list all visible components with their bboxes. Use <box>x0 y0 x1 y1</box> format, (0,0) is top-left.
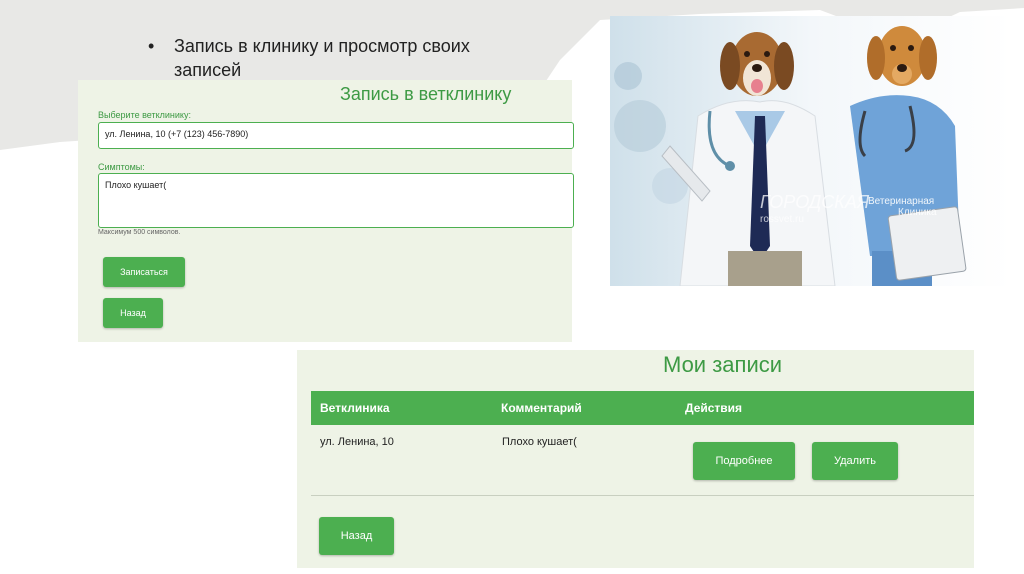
row-comment: Плохо кушает( <box>502 436 577 448</box>
column-header-actions: Действия <box>685 401 743 415</box>
form-back-button[interactable]: Назад <box>103 298 163 328</box>
column-header-comment: Комментарий <box>501 401 582 415</box>
submit-booking-button[interactable]: Записаться <box>103 257 185 287</box>
clinic-select-label: Выберите ветклинику: <box>98 110 191 120</box>
my-records-panel: Мои записи Ветклиника Комментарий Действ… <box>297 350 974 568</box>
symptoms-label: Симптомы: <box>98 162 145 172</box>
watermark-right-1: Ветеринарная <box>868 196 934 207</box>
bullet-mark: • <box>148 36 155 56</box>
my-records-title: Мои записи <box>663 352 783 377</box>
vet-dogs-photo: ГОРОДСКАЯ rossvet.ru Ветеринарная Клиник… <box>610 16 1012 286</box>
clinic-select[interactable]: ул. Ленина, 10 (+7 (123) 456-7890) <box>98 122 574 149</box>
row-clinic: ул. Ленина, 10 <box>320 436 394 448</box>
vet-dogs-illustration: ГОРОДСКАЯ rossvet.ru Ветеринарная Клиник… <box>610 16 1012 286</box>
records-table-header: Ветклиника Комментарий Действия <box>311 391 974 425</box>
booking-form-title: Запись в ветклинику <box>340 84 512 104</box>
watermark-right-2: Клиника <box>898 207 937 218</box>
symptoms-textarea[interactable]: Плохо кушает( <box>98 173 574 228</box>
watermark-left: ГОРОДСКАЯ <box>760 192 870 212</box>
details-button[interactable]: Подробнее <box>693 442 795 480</box>
records-back-button[interactable]: Назад <box>319 517 394 555</box>
booking-form-panel: Запись в ветклинику Выберите ветклинику:… <box>78 80 574 342</box>
column-header-clinic: Ветклиника <box>320 401 390 415</box>
bullet-text: Запись в клинику и просмотр своих записе… <box>174 36 470 80</box>
delete-button[interactable]: Удалить <box>812 442 898 480</box>
watermark-site: rossvet.ru <box>760 214 804 225</box>
table-divider <box>311 495 974 496</box>
symptoms-hint: Максимум 500 символов. <box>98 229 181 236</box>
